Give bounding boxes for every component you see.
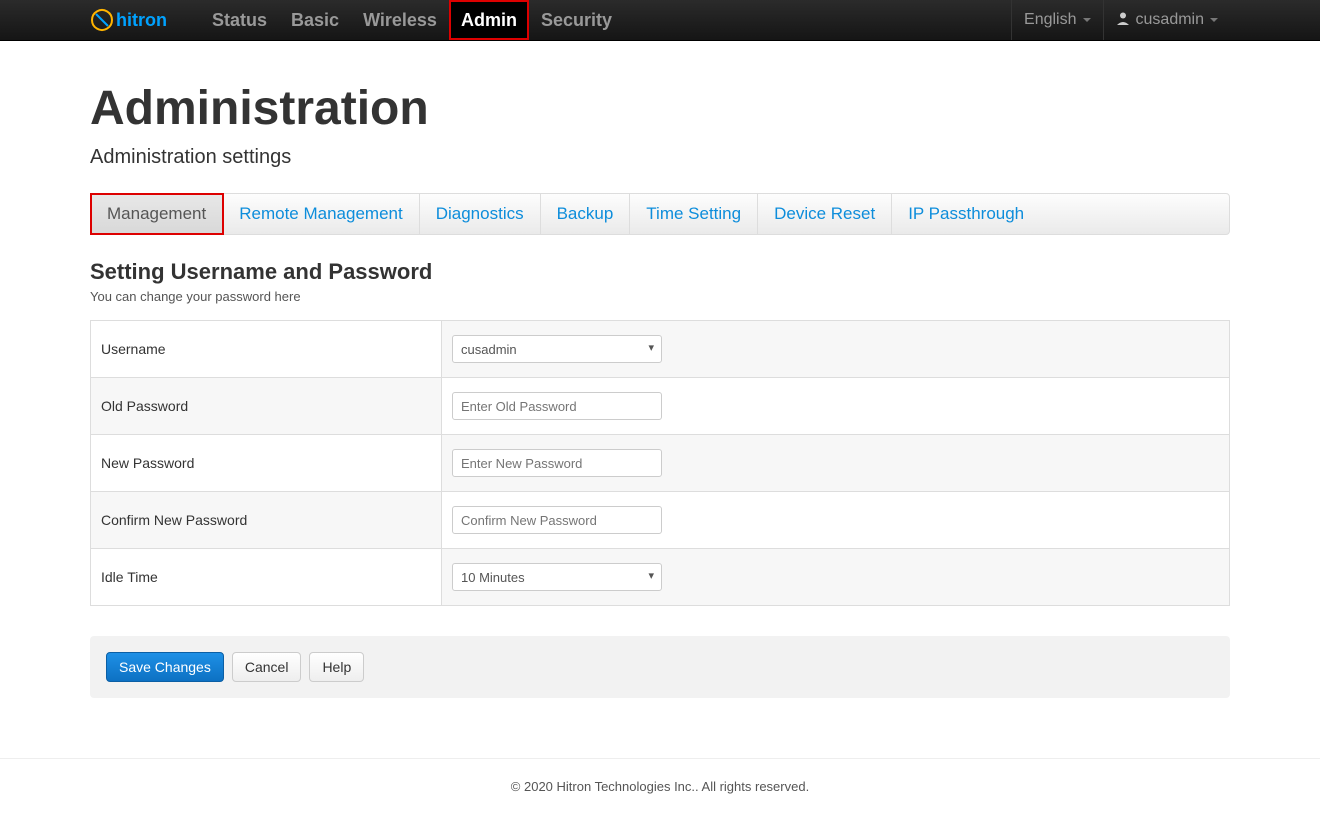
- label-username: Username: [91, 321, 442, 378]
- brand-logo[interactable]: hitron: [90, 0, 200, 40]
- chevron-down-icon: [1083, 18, 1091, 22]
- tab-diagnostics[interactable]: Diagnostics: [420, 194, 541, 234]
- new-password-input[interactable]: [452, 449, 662, 477]
- tab-backup[interactable]: Backup: [541, 194, 631, 234]
- old-password-input[interactable]: [452, 392, 662, 420]
- nav-wireless[interactable]: Wireless: [351, 0, 449, 40]
- top-navbar: hitron Status Basic Wireless Admin Secur…: [0, 0, 1320, 41]
- tab-remote-management[interactable]: Remote Management: [223, 194, 419, 234]
- label-confirm-password: Confirm New Password: [91, 492, 442, 549]
- help-button[interactable]: Help: [309, 652, 364, 682]
- section-title: Setting Username and Password: [90, 259, 1230, 285]
- hitron-logo-icon: hitron: [90, 8, 180, 32]
- svg-text:hitron: hitron: [116, 10, 167, 30]
- tab-time-setting[interactable]: Time Setting: [630, 194, 758, 234]
- section-desc: You can change your password here: [90, 289, 1230, 304]
- nav-security[interactable]: Security: [529, 0, 624, 40]
- admin-tabs: Management Remote Management Diagnostics…: [90, 193, 1230, 235]
- row-confirm-password: Confirm New Password: [91, 492, 1230, 549]
- tab-ip-passthrough[interactable]: IP Passthrough: [892, 194, 1040, 234]
- page-title: Administration: [90, 81, 1230, 136]
- action-bar: Save Changes Cancel Help: [90, 636, 1230, 698]
- user-menu[interactable]: cusadmin: [1103, 0, 1230, 40]
- user-icon: [1116, 11, 1130, 30]
- row-new-password: New Password: [91, 435, 1230, 492]
- label-old-password: Old Password: [91, 378, 442, 435]
- label-idle-time: Idle Time: [91, 549, 442, 606]
- nav-admin[interactable]: Admin: [449, 0, 529, 40]
- row-username: Username cusadmin: [91, 321, 1230, 378]
- tab-device-reset[interactable]: Device Reset: [758, 194, 892, 234]
- save-button[interactable]: Save Changes: [106, 652, 224, 682]
- language-selector[interactable]: English: [1011, 0, 1102, 40]
- username-select[interactable]: cusadmin: [452, 335, 662, 363]
- row-old-password: Old Password: [91, 378, 1230, 435]
- page-subtitle: Administration settings: [90, 146, 1230, 169]
- chevron-down-icon: [1210, 18, 1218, 22]
- label-new-password: New Password: [91, 435, 442, 492]
- password-form: Username cusadmin Old Password New Passw…: [90, 320, 1230, 606]
- nav-basic[interactable]: Basic: [279, 0, 351, 40]
- idle-time-select[interactable]: 10 Minutes: [452, 563, 662, 591]
- confirm-password-input[interactable]: [452, 506, 662, 534]
- cancel-button[interactable]: Cancel: [232, 652, 302, 682]
- footer: © 2020 Hitron Technologies Inc.. All rig…: [0, 758, 1320, 814]
- tab-management[interactable]: Management: [91, 194, 223, 234]
- nav-status[interactable]: Status: [200, 0, 279, 40]
- row-idle-time: Idle Time 10 Minutes: [91, 549, 1230, 606]
